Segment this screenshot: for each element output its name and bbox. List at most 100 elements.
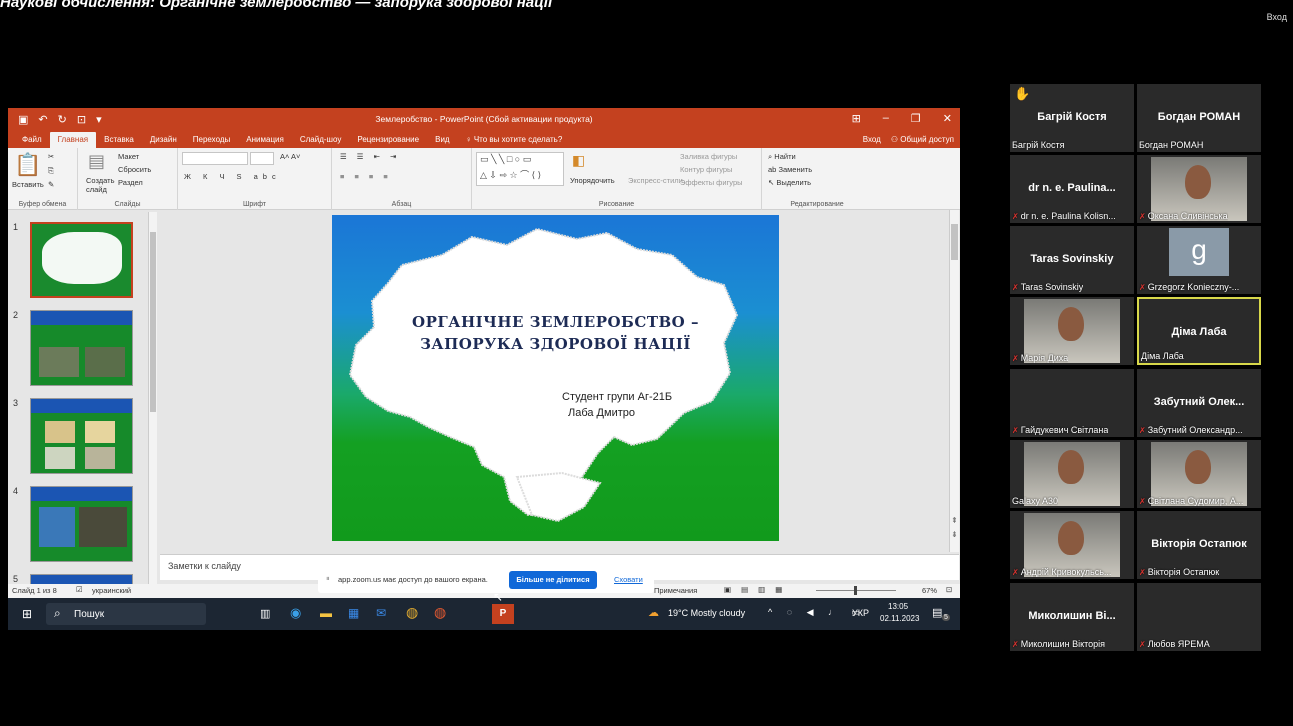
thumb-photo [79, 507, 127, 547]
paste-icon[interactable]: 📋 [14, 152, 41, 178]
paragraph-group-name: Абзац [391, 201, 412, 208]
tab-insert[interactable]: Вставка [96, 135, 142, 148]
font-grow-icon[interactable]: A˄ A˅ [280, 152, 300, 161]
explorer-icon[interactable]: ▬ [320, 606, 332, 620]
clock-time[interactable]: 13:05 [888, 602, 908, 611]
scroll-thumb[interactable] [150, 232, 156, 412]
layout-button[interactable]: Макет [118, 152, 139, 161]
ribbon-display-icon[interactable]: ⊞ [852, 112, 861, 125]
arrange-icon[interactable]: ◧ [572, 152, 585, 169]
section-button[interactable]: Раздел [118, 178, 143, 187]
tab-slideshow[interactable]: Слайд-шоу [292, 135, 349, 148]
fit-slide-icon[interactable]: ⊡ [946, 585, 952, 594]
tab-view[interactable]: Вид [427, 135, 457, 148]
slide-thumb-1[interactable] [30, 222, 133, 298]
participant-tile[interactable]: ✗ Марія Диха [1010, 297, 1134, 365]
muted-mic-icon: ✗ [1012, 354, 1019, 363]
font-size-select[interactable] [250, 152, 274, 165]
participant-label-text: Вікторія Остапюк [1147, 567, 1220, 577]
chrome-icon[interactable]: ◍ [406, 604, 418, 621]
quick-styles-button[interactable]: Экспресс-стили [628, 176, 683, 185]
participant-tile[interactable]: Galaxy A30 [1010, 440, 1134, 508]
participant-tile[interactable]: Богдан РОМАН Богдан РОМАН [1137, 84, 1261, 152]
shape-effects-button[interactable]: Эффекты фигуры [680, 178, 743, 187]
participant-tile[interactable]: ✋ Багрій Костя Багрій Костя [1010, 84, 1134, 152]
shape-outline-button[interactable]: Контур фигуры [680, 165, 732, 174]
notes-toggle[interactable]: Примечания [654, 586, 697, 595]
chrome-alt-icon[interactable]: ◍ [434, 604, 446, 621]
hide-banner-link[interactable]: Сховати [614, 575, 643, 584]
list-icons[interactable]: ☰ ☰ ⇤ ⇥ [340, 152, 400, 161]
tab-transitions[interactable]: Переходы [185, 135, 239, 148]
tab-animation[interactable]: Анимация [238, 135, 292, 148]
spellcheck-icon[interactable]: ☑ [76, 585, 83, 594]
minimize-icon[interactable]: – [883, 112, 889, 125]
store-icon[interactable]: ▦ [348, 606, 359, 620]
tab-home[interactable]: Главная [49, 132, 97, 148]
font-style-buttons[interactable]: Ж К Ч S abc [184, 172, 281, 181]
slide-scrollbar[interactable]: ⇞ ⇟ [949, 210, 959, 552]
format-painter-icon[interactable]: ✎ [48, 180, 54, 189]
close-icon[interactable]: ✕ [943, 112, 952, 125]
participant-tile[interactable]: Забутний Олек... ✗ Забутний Олександр... [1137, 369, 1261, 437]
edge-icon[interactable]: ◉ [290, 605, 301, 621]
new-slide-button[interactable]: Создать [86, 176, 115, 185]
input-language[interactable]: УКР [852, 608, 869, 618]
taskbar-search-box[interactable]: ⌕ Пошук [46, 603, 206, 625]
slide-thumb-2[interactable] [30, 310, 133, 386]
share-button[interactable]: ⚇ Общий доступ [891, 135, 954, 144]
shape-fill-button[interactable]: Заливка фигуры [680, 152, 737, 161]
participant-tile[interactable]: g ✗ Grzegorz Konieczny-... [1137, 226, 1261, 294]
slide-subtitle-line-2: Лаба Дмитро [568, 407, 635, 419]
slide-thumb-4[interactable] [30, 486, 133, 562]
slide-scroll-thumb[interactable] [951, 224, 958, 260]
reset-button[interactable]: Сбросить [118, 165, 151, 174]
tell-me-box[interactable]: ♀ Что вы хотите сделать? [458, 135, 571, 148]
participant-tile[interactable]: dr n. e. Paulina... ✗ dr n. e. Paulina Kol… [1010, 155, 1134, 223]
copy-icon[interactable]: ⎘ [48, 166, 54, 176]
participant-tile[interactable]: Миколишин Ві... ✗ Миколишин Вікторія [1010, 583, 1134, 651]
arrange-button[interactable]: Упорядочить [570, 176, 615, 185]
participant-tile[interactable]: ✗ Гайдукевич Світлана [1010, 369, 1134, 437]
zoom-slider-handle[interactable] [854, 586, 857, 595]
prev-slide-icon[interactable]: ⇞ [951, 516, 958, 525]
powerpoint-taskbar-icon[interactable]: P [492, 604, 514, 624]
participant-tile[interactable]: ✗ Оксана Сливінська [1137, 155, 1261, 223]
notifications-icon[interactable]: ▤ [932, 606, 942, 619]
participant-tile[interactable]: Вікторія Остапюк ✗ Вікторія Остапюк [1137, 511, 1261, 579]
paste-button[interactable]: Вставить [12, 180, 44, 189]
tab-review[interactable]: Рецензирование [349, 135, 427, 148]
next-slide-icon[interactable]: ⇟ [951, 530, 958, 539]
new-slide-icon[interactable]: ▤ [88, 151, 105, 172]
select-label[interactable]: Выделить [776, 178, 811, 187]
find-label[interactable]: Найти [774, 152, 795, 161]
weather-text[interactable]: 19°C Mostly cloudy [668, 608, 745, 618]
replace-label[interactable]: Заменить [778, 165, 812, 174]
slide-thumb-3[interactable] [30, 398, 133, 474]
zoom-level[interactable]: 67% [922, 586, 937, 595]
participant-tile[interactable]: Taras Sovinskiy ✗ Taras Sovinskiy [1010, 226, 1134, 294]
participant-tile[interactable]: Діма Лаба Діма Лаба [1137, 297, 1261, 365]
thumbnails-scrollbar[interactable] [148, 212, 157, 584]
mail-icon[interactable]: ✉ [376, 606, 386, 620]
thumb-photo [45, 421, 75, 443]
tab-file[interactable]: Файл [14, 135, 50, 148]
participant-face [1185, 165, 1211, 199]
align-icons[interactable]: ≡ ≡ ≡ ≡ [340, 172, 392, 181]
font-name-select[interactable] [182, 152, 248, 165]
language-indicator[interactable]: украинский [92, 586, 131, 595]
task-view-icon[interactable]: ▥ [260, 607, 270, 620]
current-slide[interactable]: ОРГАНІЧНЕ ЗЕМЛЕРОБСТВО – ЗАПОРУКА ЗДОРОВ… [332, 215, 779, 541]
clock-date[interactable]: 02.11.2023 [880, 614, 919, 623]
view-buttons[interactable]: ▣▤▥▦ [724, 585, 792, 594]
windows-start-icon[interactable]: ⊞ [22, 607, 32, 621]
participant-tile[interactable]: ✗ Світлана Судомир, А... [1137, 440, 1261, 508]
participant-tile[interactable]: ✗ Любов ЯРЕМА [1137, 583, 1261, 651]
stop-sharing-button[interactable]: Більше не ділитися [509, 571, 597, 589]
participant-tile[interactable]: ✗ Андрій Кривокульсь... [1010, 511, 1134, 579]
ppt-sign-in[interactable]: Вход [863, 135, 881, 144]
tab-design[interactable]: Дизайн [142, 135, 185, 148]
cut-icon[interactable]: ✂ [48, 152, 54, 161]
restore-icon[interactable]: ❐ [911, 112, 921, 125]
sign-in-link[interactable]: Вход [1267, 12, 1287, 22]
